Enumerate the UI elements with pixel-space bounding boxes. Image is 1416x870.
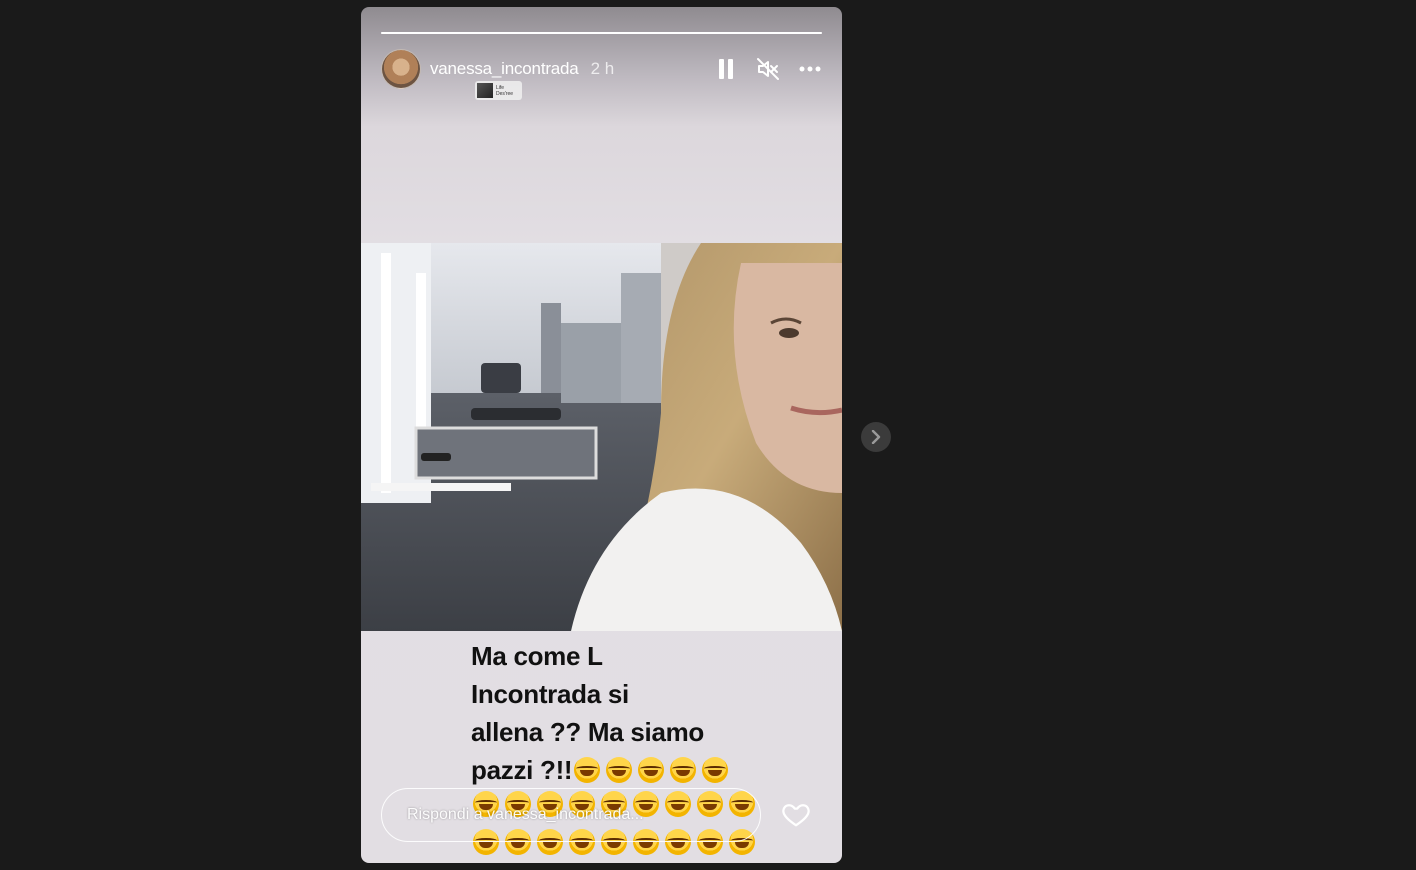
music-sticker[interactable]: Life Des'ree	[475, 81, 522, 100]
timestamp: 2 h	[590, 59, 615, 78]
username[interactable]: vanessa_incontrada	[430, 59, 579, 79]
pause-button[interactable]	[714, 57, 738, 81]
more-icon	[799, 66, 821, 72]
next-story-button[interactable]	[861, 422, 891, 452]
story-caption: Ma come L Incontrada si allena ?? Ma sia…	[471, 637, 771, 789]
like-button[interactable]	[781, 799, 811, 829]
caption-line-2: Incontrada si	[471, 679, 629, 709]
music-sticker-line2: Des'ree	[496, 90, 514, 97]
pause-icon	[719, 59, 733, 79]
reply-placeholder: Rispondi a vanessa_incontrada...	[407, 806, 644, 823]
caption-emojis-line-4	[574, 757, 729, 783]
mute-button[interactable]	[756, 57, 780, 81]
album-art	[477, 83, 493, 98]
chevron-right-icon	[871, 430, 881, 444]
story-controls	[714, 57, 822, 81]
story-photo	[361, 243, 842, 631]
story-progress-fill	[381, 32, 822, 34]
laughing-tears-emoji	[606, 757, 633, 783]
laughing-tears-emoji	[670, 757, 697, 783]
caption-line-1: Ma come L	[471, 641, 603, 671]
more-options-button[interactable]	[798, 57, 822, 81]
music-sticker-text: Life Des'ree	[496, 85, 513, 97]
laughing-tears-emoji	[638, 757, 665, 783]
reply-input[interactable]: Rispondi a vanessa_incontrada...	[381, 788, 761, 842]
caption-line-4: pazzi ?!!	[471, 751, 771, 789]
laughing-tears-emoji	[574, 757, 601, 783]
caption-line-3: allena ?? Ma siamo	[471, 717, 705, 747]
story-viewer: vanessa_incontrada 2 h Life Des'ree Ma c…	[361, 7, 842, 863]
story-progress-bar	[381, 32, 822, 34]
gym-selfie-image	[361, 243, 842, 631]
heart-icon	[782, 804, 810, 827]
laughing-tears-emoji	[702, 757, 729, 783]
caption-line-4-text: pazzi ?!!	[471, 755, 573, 785]
muted-speaker-icon	[757, 58, 779, 80]
avatar[interactable]	[381, 49, 421, 89]
story-header: vanessa_incontrada 2 h	[381, 49, 822, 89]
